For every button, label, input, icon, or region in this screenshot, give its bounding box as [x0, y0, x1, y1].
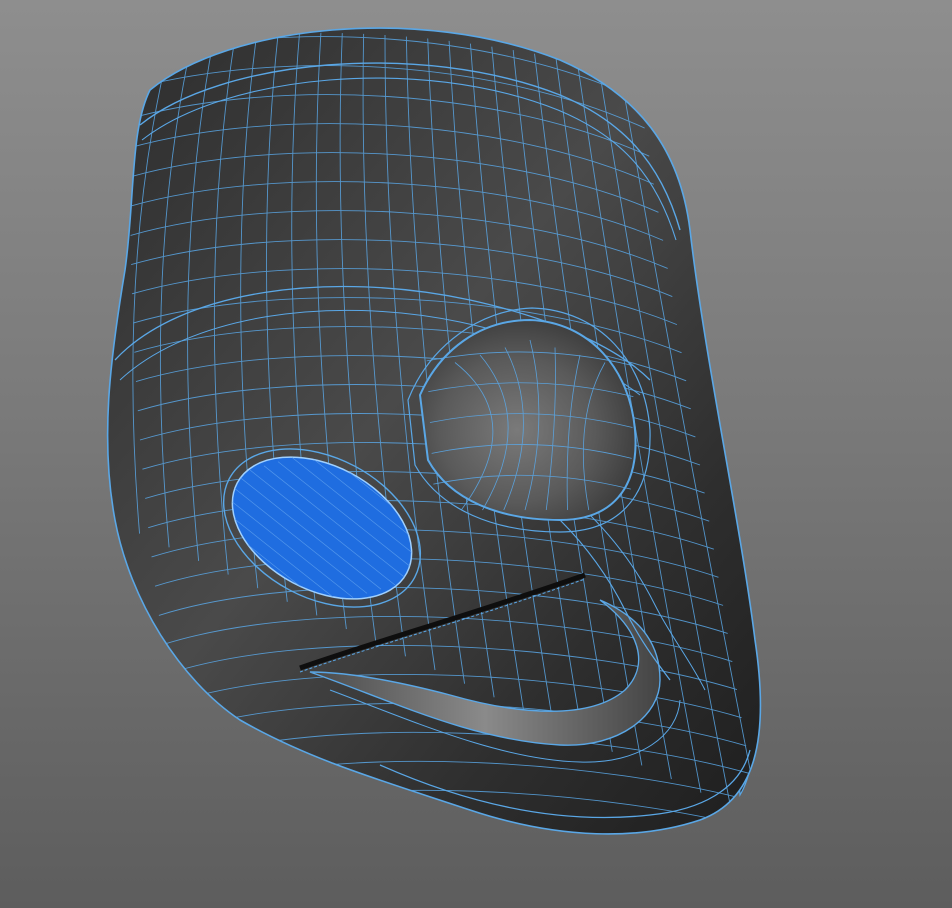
3d-viewport[interactable]: [0, 0, 952, 908]
mesh-render[interactable]: [0, 0, 952, 908]
